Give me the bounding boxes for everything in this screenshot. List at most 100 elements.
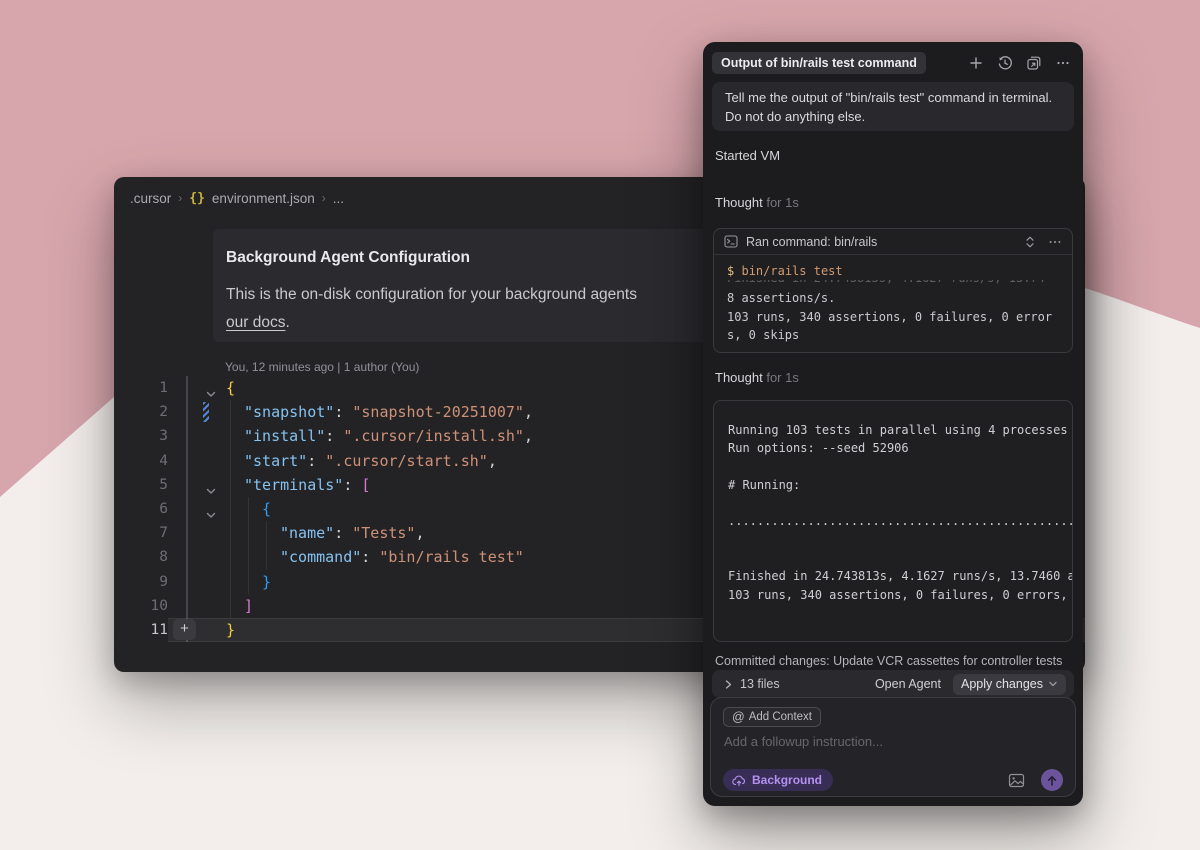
open-in-window-icon[interactable] xyxy=(1026,55,1042,71)
code-text[interactable]: "name": "Tests", xyxy=(226,521,425,545)
code-text[interactable]: "start": ".cursor/start.sh", xyxy=(226,449,497,473)
code-text[interactable]: { xyxy=(226,497,271,521)
apply-changes-button[interactable]: Apply changes xyxy=(953,674,1066,695)
thought-summary[interactable]: Thought for 1s xyxy=(715,195,799,210)
code-text[interactable]: "terminals": [ xyxy=(226,473,370,497)
chevron-right-icon[interactable] xyxy=(724,679,733,690)
ran-command-card: Ran command: bin/rails $ bin/rails test … xyxy=(713,228,1073,353)
test-output-line: # Running: xyxy=(728,476,1072,494)
gutter xyxy=(168,473,226,497)
thought-duration: for 1s xyxy=(766,370,799,385)
add-context-label: Add Context xyxy=(749,711,812,723)
line-number[interactable]: 2 xyxy=(114,400,168,424)
test-results-card[interactable]: Running 103 tests in parallel using 4 pr… xyxy=(713,400,1073,642)
line-number[interactable]: 6 xyxy=(114,497,168,521)
json-file-icon: {} xyxy=(189,191,205,206)
chevron-right-icon: › xyxy=(322,191,326,205)
background-agent-panel: Output of bin/rails test command Tell me… xyxy=(703,42,1083,806)
gutter xyxy=(168,570,226,594)
test-output-line: Finished in 24.743813s, 4.1627 runs/s, 1… xyxy=(728,567,1072,585)
breadcrumb[interactable]: .cursor › {} environment.json › ... xyxy=(130,187,344,209)
changed-files-bar[interactable]: 13 files Open Agent Apply changes xyxy=(712,670,1074,698)
fold-chevron-icon[interactable] xyxy=(204,383,218,394)
code-text[interactable]: { xyxy=(226,376,235,400)
breadcrumb-file[interactable]: environment.json xyxy=(212,191,315,206)
code-text[interactable]: ] xyxy=(226,594,253,618)
line-number[interactable]: 5 xyxy=(114,473,168,497)
line-number[interactable]: 4 xyxy=(114,449,168,473)
gutter xyxy=(168,400,226,424)
more-options-icon[interactable] xyxy=(1055,55,1071,71)
chevron-down-icon xyxy=(1048,680,1058,688)
line-number[interactable]: 9 xyxy=(114,570,168,594)
line-number[interactable]: 10 xyxy=(114,594,168,618)
git-blame-annotation: You, 12 minutes ago | 1 author (You) xyxy=(225,360,419,374)
send-button[interactable] xyxy=(1041,769,1063,791)
gutter: + xyxy=(168,618,226,642)
add-line-button[interactable]: + xyxy=(173,619,196,640)
command-line: $ bin/rails test xyxy=(727,262,1059,280)
line-number[interactable]: 11 xyxy=(114,618,168,642)
test-output-line xyxy=(728,549,1072,567)
gutter xyxy=(168,545,226,569)
scrolled-output-clip: Finished in 24.743813s, 4.1627 runs/s, 1… xyxy=(727,280,1059,289)
gutter xyxy=(168,497,226,521)
user-message-bubble[interactable]: Tell me the output of "bin/rails test" c… xyxy=(712,82,1074,131)
thought-label: Thought xyxy=(715,370,763,385)
line-number[interactable]: 1 xyxy=(114,376,168,400)
code-text[interactable]: "snapshot": "snapshot-20251007", xyxy=(226,400,533,424)
test-output-line: 103 runs, 340 assertions, 0 failures, 0 … xyxy=(728,586,1072,604)
test-output-line: Running 103 tests in parallel using 4 pr… xyxy=(728,421,1072,439)
followup-composer[interactable]: @ Add Context Add a followup instruction… xyxy=(710,697,1076,797)
background-mode-pill[interactable]: Background xyxy=(723,769,833,791)
docs-link[interactable]: our docs xyxy=(226,314,285,331)
composer-placeholder[interactable]: Add a followup instruction... xyxy=(724,734,883,749)
breadcrumb-folder[interactable]: .cursor xyxy=(130,191,171,206)
gutter xyxy=(168,594,226,618)
line-number[interactable]: 7 xyxy=(114,521,168,545)
breadcrumb-symbol[interactable]: ... xyxy=(333,191,344,206)
gutter xyxy=(168,424,226,448)
add-context-button[interactable]: @ Add Context xyxy=(723,707,821,727)
desktop-background: .cursor › {} environment.json › ... Back… xyxy=(0,0,1200,850)
gutter xyxy=(168,449,226,473)
history-icon[interactable] xyxy=(997,55,1013,71)
commit-message-text: Committed changes: Update VCR cassettes … xyxy=(715,654,1079,668)
open-agent-button[interactable]: Open Agent xyxy=(875,677,941,691)
code-text[interactable]: "command": "bin/rails test" xyxy=(226,545,524,569)
ran-command-header[interactable]: Ran command: bin/rails xyxy=(714,229,1072,255)
code-text[interactable]: } xyxy=(226,570,271,594)
mode-label: Background xyxy=(752,773,822,787)
code-text[interactable]: } xyxy=(226,618,235,642)
test-output-line: Run options: --seed 52906 xyxy=(728,439,1072,457)
code-text[interactable]: "install": ".cursor/install.sh", xyxy=(226,424,533,448)
files-count[interactable]: 13 files xyxy=(740,677,875,691)
attach-image-icon[interactable] xyxy=(1008,772,1025,789)
at-icon: @ xyxy=(732,710,745,724)
more-options-icon[interactable] xyxy=(1048,235,1062,249)
test-output-line xyxy=(728,458,1072,476)
fold-chevron-icon[interactable] xyxy=(204,480,218,491)
line-number[interactable]: 3 xyxy=(114,424,168,448)
test-output-line xyxy=(728,531,1072,549)
fold-chevron-icon[interactable] xyxy=(204,504,218,515)
apply-changes-label: Apply changes xyxy=(961,677,1043,691)
chevron-right-icon: › xyxy=(178,191,182,205)
vm-status-text: Started VM xyxy=(715,148,780,163)
gutter xyxy=(168,376,226,400)
chat-title-tab[interactable]: Output of bin/rails test command xyxy=(712,52,926,74)
new-chat-plus-icon[interactable] xyxy=(968,55,984,71)
terminal-icon xyxy=(724,235,738,248)
line-number[interactable]: 8 xyxy=(114,545,168,569)
thought-summary[interactable]: Thought for 1s xyxy=(715,370,799,385)
terminal-output-line: 8 assertions/s. xyxy=(727,289,1059,307)
expand-collapse-icon[interactable] xyxy=(1024,235,1036,249)
config-widget-text: This is the on-disk configuration for yo… xyxy=(226,286,637,303)
ran-command-label: Ran command: bin/rails xyxy=(746,235,1016,249)
test-output-line: ........................................… xyxy=(728,512,1072,530)
modified-line-marker xyxy=(203,402,209,422)
config-widget-period: . xyxy=(285,314,289,331)
cloud-icon xyxy=(732,775,746,786)
test-output-line xyxy=(728,494,1072,512)
gutter xyxy=(168,521,226,545)
